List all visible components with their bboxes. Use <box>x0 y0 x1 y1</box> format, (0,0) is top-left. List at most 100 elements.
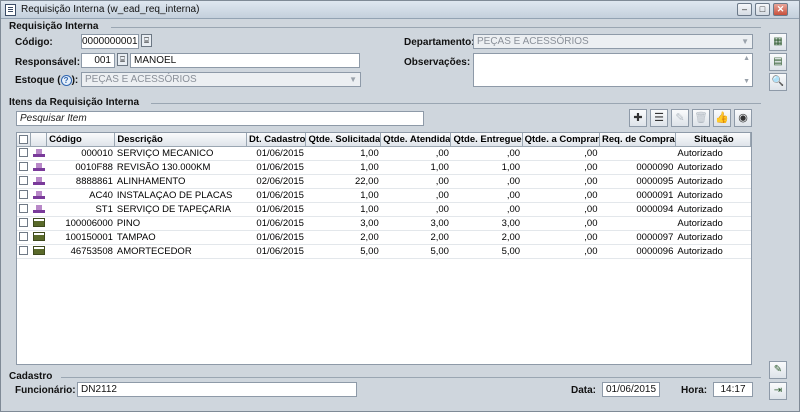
row-type-cell <box>30 188 47 203</box>
service-icon <box>32 148 45 158</box>
req-compra-cell <box>599 216 676 231</box>
departamento-select[interactable]: PEÇAS E ACESSÓRIOS ▼ <box>473 34 753 49</box>
row-checkbox[interactable] <box>19 246 29 256</box>
row-select-cell[interactable] <box>17 188 31 203</box>
descricao-column-header[interactable]: Descrição <box>114 133 247 147</box>
preview-icon[interactable]: 🔍 <box>769 73 787 91</box>
qtde-comprar-cell: ,00 <box>522 146 600 161</box>
hora-field[interactable]: 14:17 <box>713 382 753 397</box>
approve-icon[interactable]: 👍 <box>713 109 731 127</box>
qtde-solicitada-cell: 1,00 <box>305 160 381 175</box>
codigo-cell: ST1 <box>46 202 115 217</box>
data-label: Data: <box>571 385 597 396</box>
row-checkbox[interactable] <box>19 204 29 214</box>
codigo-field[interactable]: 0000000001 <box>81 34 139 49</box>
departamento-label: Departamento: <box>404 37 475 48</box>
row-checkbox[interactable] <box>19 232 29 242</box>
descricao-cell: SERVIÇO DE TAPEÇARIA <box>114 202 247 217</box>
qtde-comprar-column-header[interactable]: Qtde. a Comprar <box>522 133 601 147</box>
row-select-cell[interactable] <box>17 230 31 245</box>
table-row[interactable]: 100150001 TAMPAO 01/06/2015 2,00 2,00 2,00,00… <box>17 230 751 245</box>
row-type-cell <box>30 244 47 259</box>
req-compra-column-header[interactable]: Req. de Compra <box>599 133 676 147</box>
responsavel-code-field[interactable]: 001 <box>81 53 115 68</box>
excel-icon[interactable]: ▤ <box>769 53 787 71</box>
table-row[interactable]: 000010 SERVIÇO MECANICO 01/06/2015 1,00,00,… <box>17 146 751 161</box>
row-checkbox[interactable] <box>19 176 29 186</box>
qtde-entregue-cell: ,00 <box>450 174 523 189</box>
row-checkbox[interactable] <box>19 218 29 228</box>
search-input[interactable]: Pesquisar Item <box>16 111 424 126</box>
list-icon[interactable]: ☰ <box>650 109 668 127</box>
service-icon <box>32 176 45 186</box>
dt-cadastro-cell: 02/06/2015 <box>246 174 306 189</box>
row-checkbox[interactable] <box>19 162 29 172</box>
qtde-atendida-column-header[interactable]: Qtde. Atendida <box>380 133 452 147</box>
row-checkbox[interactable] <box>19 148 29 158</box>
grid-icon[interactable]: ▦ <box>769 33 787 51</box>
dt-cadastro-column-header[interactable]: Dt. Cadastro <box>246 133 307 147</box>
main-window: Requisição Interna (w_ead_req_interna) –… <box>0 0 800 412</box>
codigo-lookup-icon[interactable]: ⌸ <box>141 34 152 47</box>
help-icon[interactable]: ? <box>60 75 72 86</box>
hora-label: Hora: <box>681 385 708 396</box>
camera-icon[interactable]: ◉ <box>734 109 752 127</box>
items-table: Código Descrição Dt. Cadastro Qtde. Soli… <box>16 132 752 365</box>
attachment-icon[interactable]: ✎ <box>769 361 787 379</box>
row-type-cell <box>30 174 47 189</box>
edit-icon[interactable]: ✎ <box>671 109 689 127</box>
codigo-cell: 100006000 <box>46 216 115 231</box>
qtde-solicitada-column-header[interactable]: Qtde. Solicitada <box>305 133 382 147</box>
select-all-checkbox[interactable] <box>19 134 28 144</box>
codigo-label: Código: <box>15 37 53 48</box>
service-icon <box>32 162 45 172</box>
situacao-column-header[interactable]: Situação <box>675 133 752 147</box>
row-select-cell[interactable] <box>17 146 31 161</box>
table-row[interactable]: 100006000 PINO 01/06/2015 3,00 3,00 3,00,00 Au… <box>17 216 751 231</box>
situacao-cell: Autorizado <box>675 244 751 259</box>
row-select-cell[interactable] <box>17 160 31 175</box>
responsavel-name-field[interactable]: MANOEL <box>130 53 360 68</box>
section-header-label: Requisição Interna <box>9 21 99 32</box>
row-checkbox[interactable] <box>19 190 29 200</box>
row-select-cell[interactable] <box>17 202 31 217</box>
minimize-icon[interactable]: – <box>737 3 752 16</box>
select-all-header[interactable] <box>17 133 32 147</box>
estoque-select[interactable]: PEÇAS E ACESSÓRIOS ▼ <box>81 72 361 87</box>
product-icon <box>32 218 45 228</box>
row-select-cell[interactable] <box>17 216 31 231</box>
close-icon[interactable]: ✕ <box>773 3 788 16</box>
add-icon[interactable]: ✚ <box>629 109 647 127</box>
funcionario-label: Funcionário: <box>15 385 76 396</box>
observacoes-field[interactable]: ▲ ▼ <box>473 53 753 87</box>
qtde-entregue-cell: 3,00 <box>450 216 523 231</box>
req-compra-cell: 0000097 <box>599 230 676 245</box>
scroll-down-icon[interactable]: ▼ <box>743 78 750 85</box>
qtde-atendida-cell: 5,00 <box>380 244 451 259</box>
qtde-atendida-cell: 1,00 <box>380 160 451 175</box>
row-select-cell[interactable] <box>17 244 31 259</box>
table-row[interactable]: 0010F88 REVISÃO 130.000KM 01/06/2015 1,00 1,… <box>17 160 751 175</box>
exit-icon[interactable]: ⇥ <box>769 382 787 400</box>
row-select-cell[interactable] <box>17 174 31 189</box>
req-compra-cell <box>599 146 676 161</box>
codigo-column-header[interactable]: Código <box>46 133 116 147</box>
table-row[interactable]: AC40 INSTALAÇAO DE PLACAS 01/06/2015 1,00,0… <box>17 188 751 203</box>
table-row[interactable]: 8888861 ALINHAMENTO 02/06/2015 22,00,00,00,… <box>17 174 751 189</box>
scroll-up-icon[interactable]: ▲ <box>743 55 750 62</box>
table-row[interactable]: ST1 SERVIÇO DE TAPEÇARIA 01/06/2015 1,00,00… <box>17 202 751 217</box>
estoque-label-end: ): <box>71 75 79 87</box>
situacao-cell: Autorizado <box>675 160 751 175</box>
dt-cadastro-cell: 01/06/2015 <box>246 188 306 203</box>
qtde-atendida-cell: ,00 <box>380 188 451 203</box>
table-row[interactable]: 46753508 AMORTECEDOR 01/06/2015 5,00 5,00 5,0… <box>17 244 751 259</box>
maximize-icon[interactable]: □ <box>755 3 770 16</box>
funcionario-field[interactable]: DN2112 <box>77 382 357 397</box>
row-type-cell <box>30 146 47 161</box>
window-title: Requisição Interna (w_ead_req_interna) <box>21 4 200 15</box>
qtde-entregue-column-header[interactable]: Qtde. Entregue <box>450 133 523 147</box>
delete-icon[interactable]: 🗑 <box>692 109 710 127</box>
data-field[interactable]: 01/06/2015 <box>602 382 660 397</box>
qtde-solicitada-cell: 2,00 <box>305 230 381 245</box>
responsavel-lookup-icon[interactable]: ⌸ <box>117 53 128 66</box>
